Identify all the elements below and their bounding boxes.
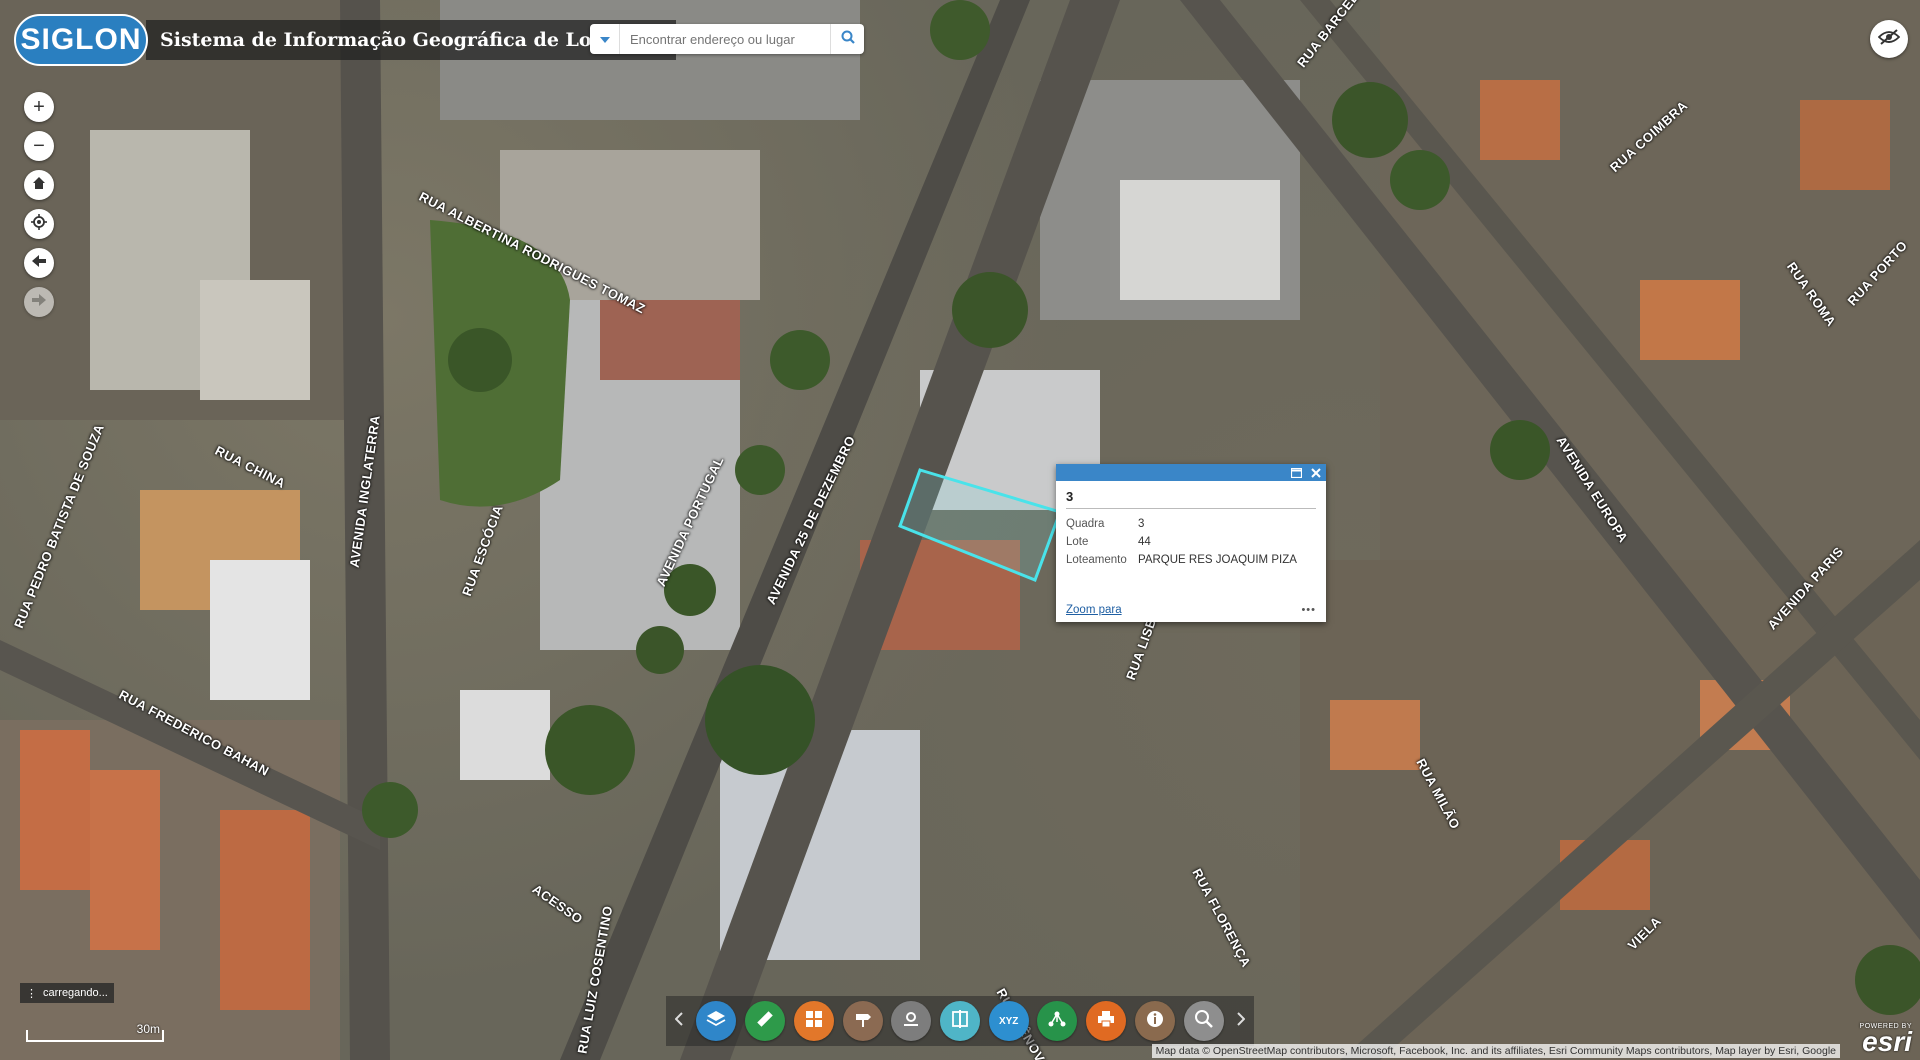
popup-header bbox=[1056, 464, 1326, 481]
print-button[interactable] bbox=[1086, 1001, 1127, 1041]
zoom-query-icon bbox=[1194, 1009, 1214, 1034]
locate-button[interactable] bbox=[24, 209, 54, 239]
chevron-left-icon bbox=[674, 1011, 683, 1031]
arrow-left-icon bbox=[32, 254, 46, 272]
hide-panels-button[interactable] bbox=[1870, 20, 1908, 58]
signpost-icon bbox=[854, 1010, 872, 1033]
search-box bbox=[590, 24, 864, 54]
maximize-icon bbox=[1291, 467, 1302, 478]
feature-popup: 3 Quadra 3 Lote 44 Loteamento PARQUE RES… bbox=[1056, 464, 1326, 622]
arrow-right-icon bbox=[32, 293, 46, 311]
loading-text: carregando... bbox=[43, 987, 108, 999]
attribute-key: Loteamento bbox=[1066, 554, 1127, 566]
loading-icon: ⋮ bbox=[26, 987, 37, 1000]
search-input[interactable] bbox=[620, 31, 830, 47]
popup-attributes: Quadra 3 Lote 44 Loteamento PARQUE RES J… bbox=[1066, 515, 1305, 569]
attribute-row: Lote 44 bbox=[1066, 533, 1305, 551]
ruler-icon bbox=[755, 1009, 775, 1034]
share-button[interactable] bbox=[1037, 1001, 1078, 1041]
attribute-value: 3 bbox=[1138, 518, 1145, 530]
previous-extent-button[interactable] bbox=[24, 248, 54, 278]
coordinates-button[interactable] bbox=[891, 1001, 932, 1041]
more-actions-button[interactable]: ••• bbox=[1301, 604, 1316, 616]
search-source-dropdown[interactable] bbox=[590, 24, 620, 54]
measure-button[interactable] bbox=[745, 1001, 786, 1041]
home-icon bbox=[32, 176, 46, 195]
search-icon bbox=[841, 30, 855, 49]
xyz-icon: XYZ bbox=[998, 1015, 1019, 1027]
toolbar-prev-button[interactable] bbox=[666, 996, 692, 1046]
scale-label: 30m bbox=[136, 1022, 160, 1036]
attribute-row: Loteamento PARQUE RES JOAQUIM PIZA bbox=[1066, 551, 1305, 569]
next-extent-button[interactable] bbox=[24, 287, 54, 317]
attribute-value: 44 bbox=[1138, 536, 1151, 548]
share-icon bbox=[1048, 1010, 1066, 1033]
attribute-key: Lote bbox=[1066, 536, 1089, 548]
printer-icon bbox=[1097, 1010, 1115, 1033]
chevron-right-icon bbox=[1237, 1011, 1246, 1031]
esri-wordmark: esri bbox=[1862, 1026, 1912, 1057]
maximize-button[interactable] bbox=[1290, 466, 1303, 479]
scale-bar: 30m bbox=[26, 1022, 164, 1042]
swipe-icon bbox=[951, 1009, 969, 1033]
caret-down-icon bbox=[599, 30, 610, 48]
attribute-value: PARQUE RES JOAQUIM PIZA bbox=[1138, 554, 1297, 566]
grid-icon bbox=[805, 1010, 823, 1033]
search-button[interactable] bbox=[830, 24, 864, 54]
xyz-coordinates-button[interactable]: XYZ bbox=[988, 1001, 1029, 1041]
zoom-out-button[interactable]: − bbox=[24, 131, 54, 161]
attribute-row: Quadra 3 bbox=[1066, 515, 1305, 533]
home-button[interactable] bbox=[24, 170, 54, 200]
map-attribution: Map data © OpenStreetMap contributors, M… bbox=[1151, 1044, 1840, 1058]
siglon-logo: SIGLON bbox=[14, 14, 148, 66]
toolbar-next-button[interactable] bbox=[1228, 996, 1254, 1046]
basemap-gallery-button[interactable] bbox=[793, 1001, 834, 1041]
loading-indicator: ⋮ carregando... bbox=[20, 983, 114, 1003]
map-view[interactable]: RUA BARCELONA RUA COIMBRA RUA ROMA RUA P… bbox=[0, 0, 1920, 1060]
info-icon bbox=[1146, 1010, 1164, 1033]
map-pin-icon bbox=[902, 1010, 920, 1033]
close-icon bbox=[1310, 467, 1321, 478]
crosshair-icon bbox=[31, 213, 47, 235]
close-button[interactable] bbox=[1309, 466, 1322, 479]
plus-icon: + bbox=[33, 96, 45, 118]
zoom-in-button[interactable]: + bbox=[24, 92, 54, 122]
eye-slash-icon bbox=[1877, 28, 1901, 50]
esri-logo: POWERED BY esri bbox=[1860, 1023, 1912, 1057]
layers-button[interactable] bbox=[696, 1001, 737, 1041]
popup-title: 3 bbox=[1066, 489, 1316, 509]
zoom-to-link[interactable]: Zoom para bbox=[1066, 604, 1122, 616]
swipe-button[interactable] bbox=[939, 1001, 980, 1041]
toolbar-tools: XYZ bbox=[692, 1001, 1228, 1041]
attribute-key: Quadra bbox=[1066, 518, 1105, 530]
widget-toolbar: XYZ bbox=[666, 996, 1254, 1046]
about-button[interactable] bbox=[1134, 1001, 1175, 1041]
layers-icon bbox=[706, 1009, 726, 1034]
directions-button[interactable] bbox=[842, 1001, 883, 1041]
query-button[interactable] bbox=[1183, 1001, 1224, 1041]
minus-icon: − bbox=[33, 135, 45, 157]
popup-footer: Zoom para ••• bbox=[1066, 604, 1316, 616]
